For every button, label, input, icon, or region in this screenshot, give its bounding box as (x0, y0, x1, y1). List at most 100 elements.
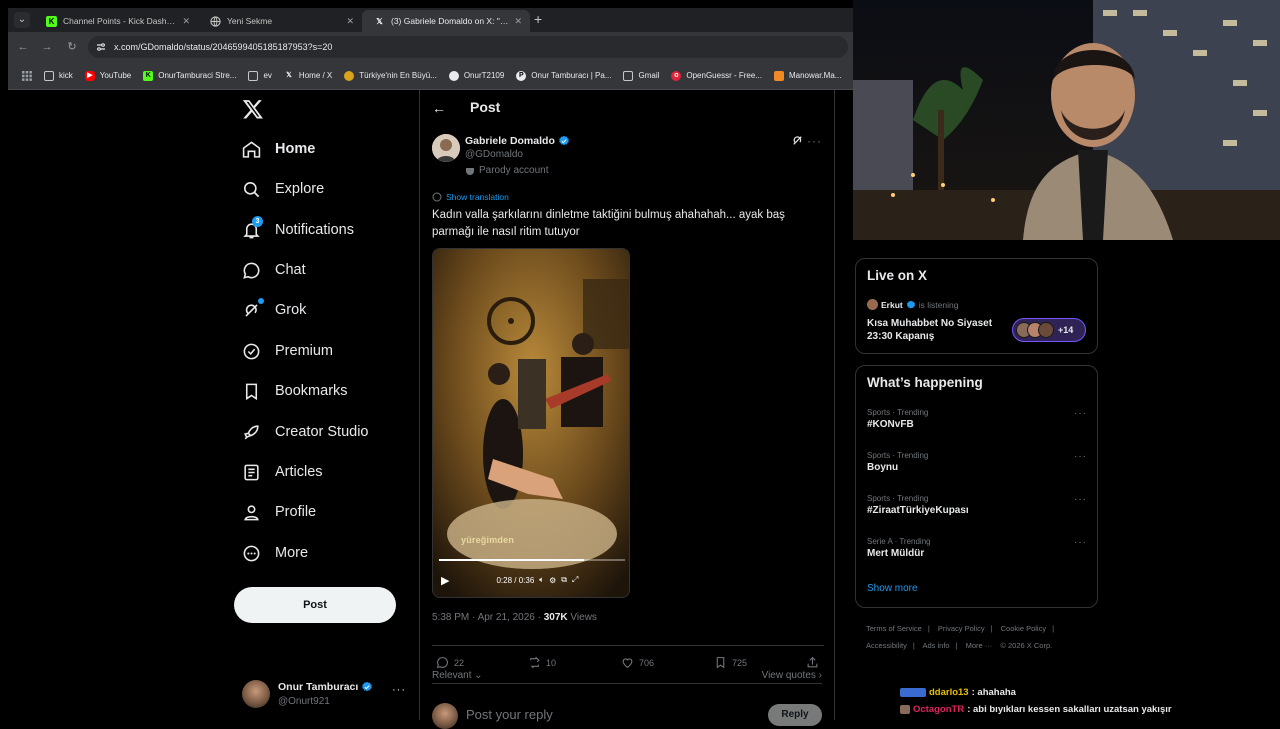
footer-link-cookie[interactable]: Cookie Policy (1001, 624, 1046, 633)
bookmark-label: OnurTamburaci Stre... (158, 71, 237, 80)
apps-icon[interactable] (16, 70, 38, 81)
bookmark-gmail[interactable]: Gmail (617, 70, 665, 81)
trend-more-icon[interactable]: ··· (1074, 408, 1087, 419)
site-icon (773, 70, 784, 81)
trend-item[interactable]: Sports · Trending #ZiraatTürkiyeKupası ·… (867, 494, 1087, 516)
author-name-row[interactable]: Gabriele Domaldo (465, 135, 570, 147)
bookmark-onurtamburaci-stream[interactable]: K OnurTamburaci Stre... (137, 70, 242, 81)
grok-icon[interactable] (791, 134, 804, 147)
nav-label: More (275, 545, 309, 561)
sort-relevant-dropdown[interactable]: Relevant ⌄ (432, 670, 483, 681)
bookmark-label: Home / X (298, 71, 333, 80)
trend-name: Mert Müldür (867, 548, 925, 559)
close-icon[interactable]: ✕ (346, 16, 354, 27)
video-controls: ▶ 0:28 / 0:36 🔈︎ ⚙︎ ⧉ ⤢ (433, 563, 629, 597)
trend-more-icon[interactable]: ··· (1074, 537, 1087, 548)
nav-notifications[interactable]: 3 Notifications (232, 210, 354, 250)
reply-count: 22 (454, 657, 465, 668)
reload-icon[interactable]: ↻ (65, 40, 79, 54)
sort-label: Relevant (432, 670, 472, 681)
live-host-row: Erkut is listening (867, 299, 958, 310)
tab-search-button[interactable]: ⌄ (14, 12, 30, 28)
bookmark-youtube[interactable]: ▶ YouTube (79, 70, 137, 81)
bookmark-ev[interactable]: ev (242, 70, 277, 81)
nav-grok[interactable]: Grok (232, 290, 306, 330)
new-tab-button[interactable]: + (534, 11, 542, 27)
nav-profile[interactable]: Profile (232, 492, 316, 532)
close-icon[interactable]: ✕ (514, 16, 522, 27)
bookmark-home-x[interactable]: 𝕏 Home / X (278, 71, 338, 81)
bookmark-turkiye[interactable]: Türkiye'nin En Büyü... (338, 70, 443, 81)
footer-divider: | (1052, 624, 1055, 633)
bookmark-openguessr[interactable]: o OpenGuessr - Free... (665, 70, 768, 81)
chat-username[interactable]: OctagonTR (913, 704, 964, 715)
chat-badges-icon (900, 688, 926, 697)
site-info-icon[interactable] (96, 42, 106, 52)
account-more-icon[interactable]: ··· (392, 684, 406, 696)
play-icon[interactable]: ▶ (441, 574, 449, 587)
chat-badge-icon (900, 705, 910, 714)
nav-creator-studio[interactable]: Creator Studio (232, 412, 369, 452)
nav-articles[interactable]: Articles (232, 452, 323, 492)
nav-bookmarks[interactable]: Bookmarks (232, 371, 348, 411)
folder-icon (44, 70, 54, 81)
trend-category: Sports · Trending (867, 451, 929, 460)
bookmark-onurt2109[interactable]: OnurT2109 (443, 70, 510, 81)
pip-icon[interactable]: ⧉ (561, 575, 567, 585)
trend-item[interactable]: Sports · Trending #KONvFB ··· (867, 408, 1087, 430)
x-logo-icon[interactable] (242, 98, 264, 120)
back-icon[interactable]: ← (16, 40, 30, 54)
back-arrow-icon[interactable]: ← (432, 100, 446, 116)
chat-username[interactable]: ddarlo13 (929, 687, 969, 698)
tab-new-tab[interactable]: Yeni Sekme ✕ (198, 10, 362, 32)
post-more-icon[interactable]: ··· (807, 134, 822, 148)
reply-button[interactable]: Reply (768, 704, 822, 726)
like-count: 706 (639, 657, 655, 668)
nav-label: Grok (275, 302, 307, 318)
post-timestamp[interactable]: 5:38 PM · Apr 21, 2026 · (432, 612, 544, 623)
address-bar[interactable]: x.com/GDomaldo/status/204659940518518795… (88, 36, 848, 58)
nav-more[interactable]: More (232, 533, 308, 573)
premium-icon (242, 342, 261, 361)
post-video[interactable]: yüreğimden ▶ 0:28 / 0:36 🔈︎ ⚙︎ ⧉ ⤢ (432, 248, 630, 598)
fullscreen-icon[interactable]: ⤢ (572, 575, 578, 585)
bookmark-kick[interactable]: kick (38, 70, 79, 81)
space-title[interactable]: Kısa Muhabbet No Siyaset 23:30 Kapanış (867, 317, 1007, 343)
space-listeners-pill[interactable]: +14 (1012, 318, 1086, 342)
volume-icon[interactable]: 🔈︎ (539, 575, 544, 585)
nav-premium[interactable]: Premium (232, 331, 333, 371)
post-button[interactable]: Post (234, 587, 396, 623)
settings-icon[interactable]: ⚙︎ (549, 576, 556, 585)
account-switcher[interactable]: Onur Tamburacı @Onurt921 ··· (242, 678, 412, 714)
browser-toolbar: ← → ↻ x.com/GDomaldo/status/204659940518… (8, 32, 853, 62)
nav-home[interactable]: Home (232, 129, 315, 169)
view-quotes-link[interactable]: View quotes › (762, 670, 822, 681)
tab-strip: ⌄ K Channel Points - Kick Dashboard ✕ Ye… (8, 8, 853, 32)
trend-more-icon[interactable]: ··· (1074, 494, 1087, 505)
reply-composer: Post your reply Reply (432, 695, 824, 729)
folder-icon (248, 70, 259, 81)
nav-explore[interactable]: Explore (232, 169, 324, 209)
trend-more-icon[interactable]: ··· (1074, 451, 1087, 462)
x-icon: 𝕏 (286, 71, 292, 79)
video-progress-bar[interactable] (439, 559, 625, 561)
footer-link-ads[interactable]: Ads info (922, 641, 949, 650)
trend-item[interactable]: Sports · Trending Boynu ··· (867, 451, 1087, 473)
tab-kick-dashboard[interactable]: K Channel Points - Kick Dashboard ✕ (34, 10, 198, 32)
footer-link-privacy[interactable]: Privacy Policy (938, 624, 985, 633)
forward-icon[interactable]: → (40, 40, 54, 54)
avatar (242, 680, 270, 708)
bookmark-manowar[interactable]: Manowar.Ma... (768, 70, 847, 81)
tab-x-post[interactable]: 𝕏 (3) Gabriele Domaldo on X: "Kadın ✕ (362, 10, 530, 32)
bookmark-patreon[interactable]: P Onur Tamburacı | Pa... (510, 70, 617, 81)
show-more-link[interactable]: Show more (867, 583, 918, 594)
close-icon[interactable]: ✕ (182, 16, 190, 27)
nav-chat[interactable]: Chat (232, 250, 306, 290)
footer-link-terms[interactable]: Terms of Service (866, 624, 922, 633)
author-handle[interactable]: @GDomaldo (465, 149, 523, 160)
trend-item[interactable]: Serie A · Trending Mert Müldür ··· (867, 537, 1087, 559)
footer-link-more[interactable]: More ··· (966, 641, 993, 650)
show-translation-link[interactable]: Show translation (432, 192, 509, 202)
author-avatar[interactable] (432, 134, 460, 162)
footer-link-accessibility[interactable]: Accessibility (866, 641, 907, 650)
